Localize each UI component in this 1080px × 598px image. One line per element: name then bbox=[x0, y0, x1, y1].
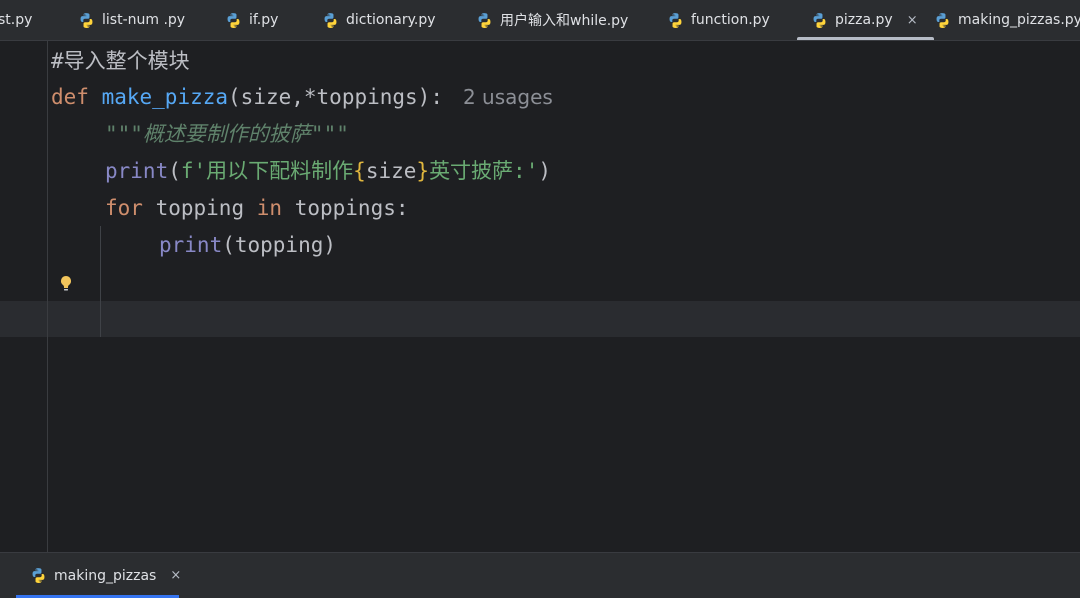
function-params: (size,*toppings): bbox=[228, 85, 443, 109]
fstring-prefix: f'用以下配料制作 bbox=[180, 159, 354, 183]
function-name: make_pizza bbox=[101, 85, 229, 109]
tab-st[interactable]: st.py bbox=[0, 0, 32, 40]
python-file-icon bbox=[322, 12, 339, 29]
brace-open: { bbox=[353, 159, 366, 183]
comment-text: #导入整个模块 bbox=[51, 49, 190, 73]
tab-label: if.py bbox=[249, 12, 279, 28]
paren-open: ( bbox=[168, 159, 181, 183]
python-file-icon bbox=[30, 567, 47, 584]
current-line-highlight bbox=[0, 301, 1080, 337]
close-tab-icon[interactable]: × bbox=[907, 13, 918, 28]
loop-var: topping bbox=[155, 196, 245, 220]
tab-label: list-num .py bbox=[102, 12, 186, 28]
lightbulb-icon[interactable] bbox=[58, 274, 74, 294]
tab-user-input-while[interactable]: 用户输入和while.py bbox=[476, 0, 628, 40]
python-file-icon bbox=[934, 12, 951, 29]
tab-label: dictionary.py bbox=[346, 12, 436, 28]
python-file-icon bbox=[476, 12, 493, 29]
python-file-icon bbox=[78, 12, 95, 29]
paren-close: ) bbox=[538, 159, 552, 183]
python-file-icon bbox=[811, 12, 828, 29]
tab-label: st.py bbox=[0, 12, 33, 28]
tab-label: making_pizzas.py bbox=[958, 12, 1080, 28]
indent-guide bbox=[100, 226, 101, 337]
keyword-def: def bbox=[51, 85, 89, 109]
builtin-print: print bbox=[159, 233, 223, 257]
tab-if[interactable]: if.py bbox=[225, 0, 278, 40]
code-line-5[interactable]: for topping in toppings: bbox=[105, 190, 409, 226]
python-file-icon bbox=[225, 12, 242, 29]
code-line-1[interactable]: #导入整个模块 bbox=[51, 43, 190, 79]
tab-making-pizzas[interactable]: making_pizzas.py bbox=[934, 0, 1080, 40]
run-tab-making-pizzas[interactable]: making_pizzas × bbox=[30, 553, 181, 598]
code-editor[interactable]: #导入整个模块 def make_pizza(size,*toppings): 2… bbox=[0, 41, 1080, 552]
tab-function[interactable]: function.py bbox=[667, 0, 770, 40]
loop-iterable: toppings: bbox=[294, 196, 409, 220]
keyword-for: for bbox=[105, 196, 143, 220]
keyword-in: in bbox=[256, 196, 283, 220]
run-tab-label: making_pizzas bbox=[54, 567, 157, 584]
code-line-3[interactable]: """概述要制作的披萨""" bbox=[105, 116, 349, 152]
brace-close: } bbox=[416, 159, 430, 183]
fstring-var: size bbox=[365, 159, 417, 183]
builtin-print: print bbox=[105, 159, 169, 183]
print-args: (topping) bbox=[222, 233, 337, 257]
code-line-6[interactable]: print(topping) bbox=[159, 227, 336, 263]
tab-label: pizza.py bbox=[835, 12, 893, 28]
tab-list-num[interactable]: list-num .py bbox=[78, 0, 185, 40]
python-file-icon bbox=[667, 12, 684, 29]
editor-tab-bar: st.py list-num .py if.py dictionary.py 用… bbox=[0, 0, 1080, 41]
code-line-4[interactable]: print(f'用以下配料制作{size}英寸披萨:') bbox=[105, 153, 551, 189]
tab-label: function.py bbox=[691, 12, 770, 28]
run-tool-window-bar: making_pizzas × bbox=[0, 552, 1080, 598]
tab-label: 用户输入和while.py bbox=[500, 13, 629, 29]
docstring: """概述要制作的披萨""" bbox=[105, 122, 349, 146]
gutter-separator bbox=[47, 41, 48, 552]
tab-dictionary[interactable]: dictionary.py bbox=[322, 0, 436, 40]
usages-hint[interactable]: 2 usages bbox=[463, 85, 553, 109]
code-line-2[interactable]: def make_pizza(size,*toppings): 2 usages bbox=[51, 79, 553, 115]
close-run-tab-icon[interactable]: × bbox=[170, 568, 181, 583]
fstring-suffix: 英寸披萨:' bbox=[429, 159, 539, 183]
tab-pizza[interactable]: pizza.py × bbox=[797, 0, 934, 40]
